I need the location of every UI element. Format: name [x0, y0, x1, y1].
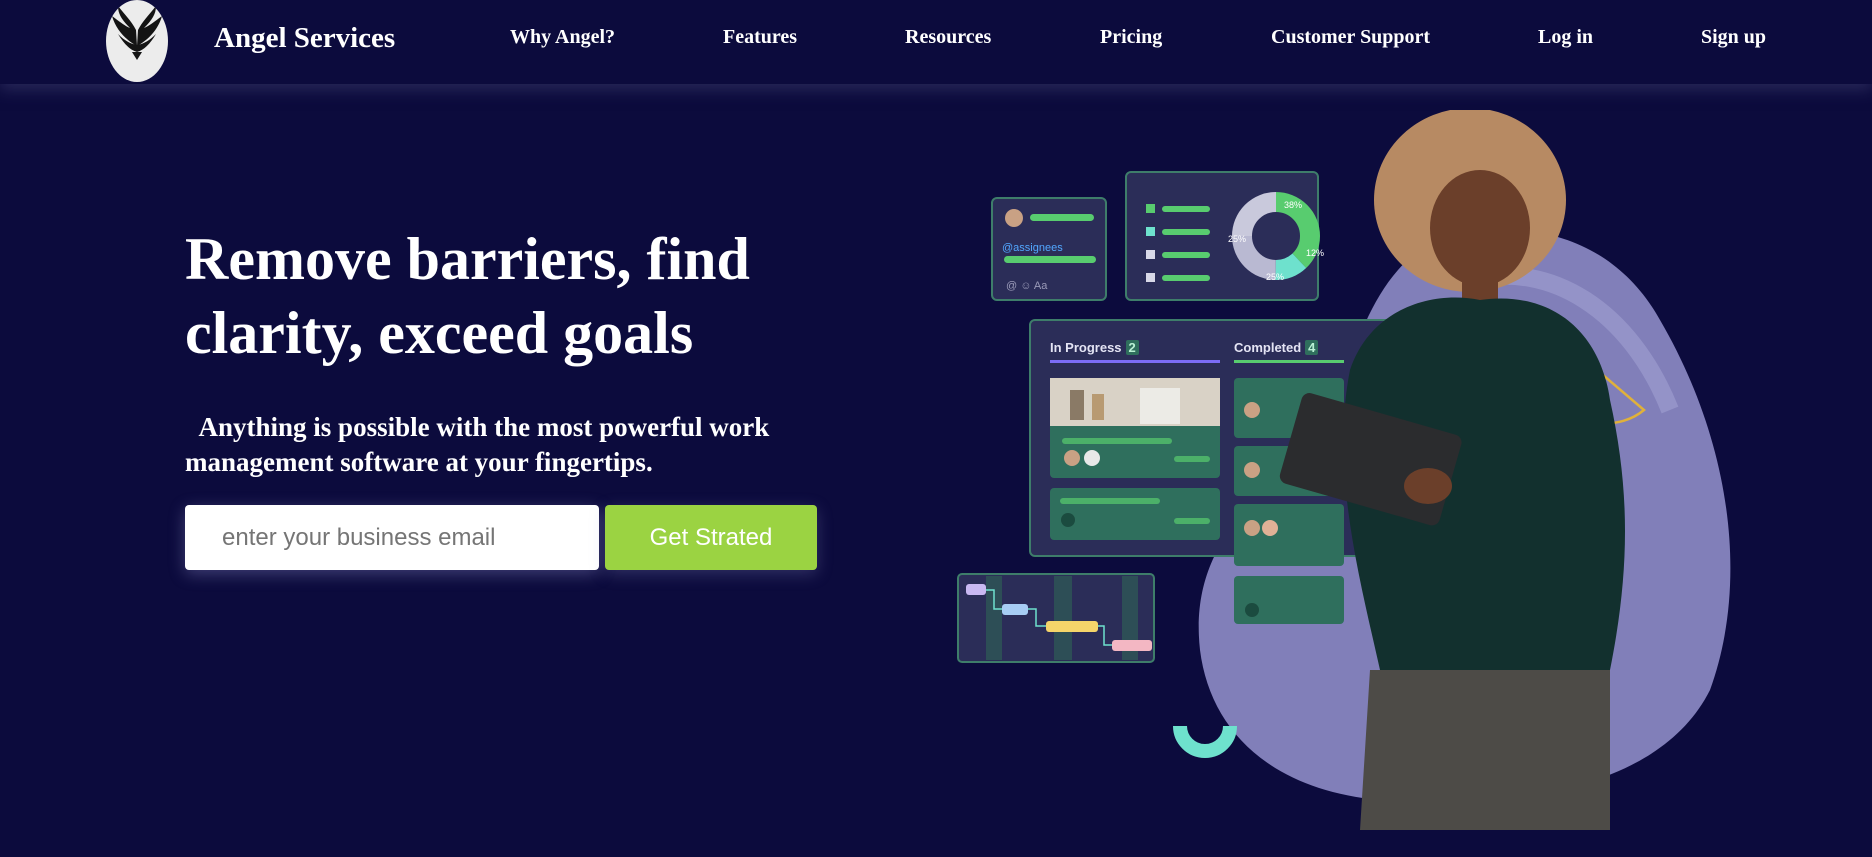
pie-label-38: 38% — [1284, 200, 1303, 210]
nav-pricing[interactable]: Pricing — [1100, 26, 1162, 49]
hero-headline: Remove barriers, find clarity, exceed go… — [185, 226, 750, 366]
hero-illustration: @assignees 38% 12% 25% 25% In Progress 2 … — [950, 110, 1770, 830]
teal-ring-shape — [1173, 725, 1237, 758]
nav-log-in[interactable]: Log in — [1538, 26, 1593, 49]
in-progress-label: In Progress 2 — [1050, 340, 1139, 355]
pie-chart-card — [1125, 171, 1320, 301]
nav-sign-up[interactable]: Sign up — [1701, 26, 1766, 49]
get-started-button[interactable]: Get Strated — [605, 505, 817, 570]
completed-label: Completed 4 — [1234, 340, 1319, 355]
completed-count: 4 — [1305, 340, 1319, 355]
nav-why-angel[interactable]: Why Angel? — [510, 26, 615, 49]
pie-label-25-bottom: 25% — [1266, 272, 1285, 282]
completed-text: Completed — [1234, 340, 1302, 355]
top-navbar: Angel Services Why Angel? Features Resou… — [0, 0, 1872, 84]
brand-logo[interactable] — [106, 0, 168, 82]
in-progress-text: In Progress — [1050, 340, 1122, 355]
hero-subheadline: Anything is possible with the most power… — [185, 410, 885, 480]
brand-name[interactable]: Angel Services — [214, 22, 395, 55]
format-icons: @ ☺ Aa — [1006, 280, 1048, 292]
business-email-input[interactable] — [185, 505, 599, 570]
gantt-card — [957, 573, 1155, 663]
illustration-art — [957, 110, 1731, 830]
angel-wings-icon — [112, 6, 162, 60]
assignees-tag: @assignees — [1002, 242, 1063, 254]
nav-customer-support[interactable]: Customer Support — [1271, 26, 1430, 49]
hero-subheadline-text: Anything is possible with the most power… — [185, 412, 770, 477]
in-progress-count: 2 — [1125, 340, 1139, 355]
pie-label-25-left: 25% — [1228, 234, 1247, 244]
nav-features[interactable]: Features — [723, 26, 797, 49]
pie-label-12: 12% — [1306, 248, 1325, 258]
nav-resources[interactable]: Resources — [905, 26, 991, 49]
